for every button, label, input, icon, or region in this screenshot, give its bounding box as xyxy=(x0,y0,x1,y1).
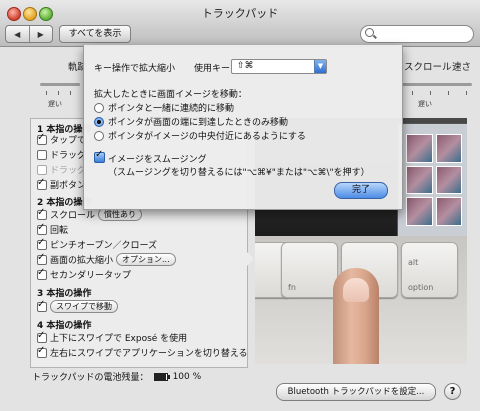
secondary-click-label: 副ボタン xyxy=(50,181,87,191)
secondary-click-checkbox[interactable] xyxy=(37,177,47,190)
tap-checkbox[interactable] xyxy=(37,132,47,145)
photo-thumbnail xyxy=(435,134,462,163)
zoom-shortcut-label: キー操作で拡大縮小 xyxy=(94,64,176,74)
slow-label-left: 遅い xyxy=(48,100,62,108)
secondary-tap-row[interactable]: セカンダリータップ xyxy=(37,267,132,281)
photo-thumbnail xyxy=(435,165,462,195)
speed-label: 速さ xyxy=(452,62,472,73)
secondary-click-row[interactable]: 副ボタン xyxy=(37,177,87,191)
radio-button[interactable] xyxy=(94,130,104,141)
tracking-slider[interactable] xyxy=(40,83,80,86)
key-fn: fn xyxy=(281,242,338,298)
battery-status: トラックパッドの電池残量： 100 % xyxy=(32,370,202,384)
photo-thumbnail xyxy=(406,165,433,195)
slider-tick xyxy=(430,91,431,95)
photo-thumbnail xyxy=(406,134,433,163)
smoothing-checkbox[interactable] xyxy=(94,149,105,163)
rotate-checkbox[interactable] xyxy=(37,222,47,235)
scroll-checkbox[interactable] xyxy=(37,207,47,220)
slider-tick xyxy=(412,91,413,95)
slow-label-right: 遅い xyxy=(418,100,432,108)
zoom-options-sheet: キー操作で拡大縮小 使用キー： ⇧⌘ ▼ 拡大したときに画面イメージを移動： ポ… xyxy=(83,45,403,210)
battery-value: 100 % xyxy=(172,371,202,382)
radio-continuous-label: ポインタと一緒に連続的に移動 xyxy=(108,104,235,114)
tap-label: タップで xyxy=(50,136,87,146)
photo-thumbnails xyxy=(406,134,462,226)
secondary-tap-checkbox[interactable] xyxy=(37,267,47,280)
radio-button-selected[interactable] xyxy=(94,116,104,127)
done-button[interactable]: 完了 xyxy=(334,182,388,199)
slider-tick xyxy=(46,91,47,95)
secondary-tap-label: セカンダリータップ xyxy=(50,271,132,281)
photo-thumbnail xyxy=(406,197,433,226)
slider-tick xyxy=(466,91,467,95)
smoothing-hint: （スムージングを切り替えるには"⌥⌘¥"または"⌥⌘\"を押す） xyxy=(108,168,370,178)
radio-center[interactable]: ポインタがイメージの中央付近にあるようにする xyxy=(94,129,306,142)
forward-button[interactable]: ▶ xyxy=(30,26,53,42)
drag-lock-label: ドラッグ xyxy=(50,166,87,176)
scroll-speed-label: スクロール xyxy=(404,62,452,73)
swipe-checkbox[interactable] xyxy=(37,299,47,312)
photo-thumbnail xyxy=(435,197,462,226)
radio-button[interactable] xyxy=(94,102,104,113)
drag-lock-row[interactable]: ドラッグ xyxy=(37,163,86,176)
radio-center-label: ポインタがイメージの中央付近にあるようにする xyxy=(108,132,306,142)
back-button[interactable]: ◀ xyxy=(6,26,30,42)
pinch-label: ピンチオープン／クローズ xyxy=(50,241,158,251)
battery-label: トラックパッドの電池残量： xyxy=(32,373,149,383)
selection-pointer xyxy=(245,250,254,268)
zoom-options-button[interactable]: オプション... xyxy=(116,253,176,266)
pinch-row[interactable]: ピンチオープン／クローズ xyxy=(37,237,158,251)
help-button[interactable]: ? xyxy=(444,383,461,400)
screen-zoom-row[interactable]: 画面の拡大縮小 オプション... xyxy=(37,252,176,266)
title-bar: トラックパッド ◀ ▶ すべてを表示 xyxy=(0,0,480,47)
drag-label: ドラッグ xyxy=(50,151,87,161)
radio-continuous[interactable]: ポインタと一緒に連続的に移動 xyxy=(94,101,234,114)
slider-tick xyxy=(58,91,59,95)
radio-edge-label: ポインタが画面の端に到達したときのみ移動 xyxy=(108,118,289,128)
show-all-button[interactable]: すべてを表示 xyxy=(59,25,131,43)
drag-checkbox[interactable] xyxy=(37,149,47,160)
trackpad-preferences-window: トラックパッド ◀ ▶ すべてを表示 軌跡 遅い スクロール 速さ 遅い 1 本… xyxy=(0,0,480,411)
key-option: alt option xyxy=(401,242,458,298)
drag-row[interactable]: ドラッグ xyxy=(37,148,86,161)
pinch-checkbox[interactable] xyxy=(37,237,47,250)
move-image-label: 拡大したときに画面イメージを移動： xyxy=(94,90,247,100)
app-switch-checkbox[interactable] xyxy=(37,345,47,358)
popup-arrow-icon: ▼ xyxy=(314,60,326,73)
expose-label: 上下にスワイプで Exposé を使用 xyxy=(50,334,188,344)
scroll-speed-slider[interactable] xyxy=(402,83,472,86)
app-switch-row[interactable]: 左右にスワイプでアプリケーションを切り替える xyxy=(37,345,248,359)
smoothing-label: イメージをスムージング xyxy=(108,155,207,165)
screen-zoom-label: 画面の拡大縮小 xyxy=(50,256,114,266)
modifier-key-popup[interactable]: ⇧⌘ ▼ xyxy=(231,59,327,74)
battery-icon xyxy=(153,372,170,381)
expose-checkbox[interactable] xyxy=(37,330,47,343)
rotate-label: 回転 xyxy=(50,226,69,236)
key-option-label: option xyxy=(408,283,434,292)
search-field[interactable] xyxy=(360,25,474,43)
nav-buttons: ◀ ▶ xyxy=(5,25,53,43)
app-switch-label: 左右にスワイプでアプリケーションを切り替える xyxy=(50,349,248,359)
modifier-key-value: ⇧⌘ xyxy=(237,61,254,71)
search-icon xyxy=(365,28,374,37)
window-title: トラックパッド xyxy=(201,7,279,20)
swipe-popup[interactable]: スワイプで移動 xyxy=(50,300,118,313)
fingernail xyxy=(343,278,369,302)
expose-row[interactable]: 上下にスワイプで Exposé を使用 xyxy=(37,330,188,344)
finger-image xyxy=(333,268,379,364)
key-fn-label: fn xyxy=(288,283,296,292)
key-alt-label: alt xyxy=(408,258,419,267)
laptop-screen xyxy=(397,123,467,237)
drag-lock-checkbox[interactable] xyxy=(37,164,47,175)
bluetooth-setup-button[interactable]: Bluetooth トラックパッドを設定... xyxy=(276,383,436,401)
slider-tick xyxy=(70,91,71,95)
screen-zoom-checkbox[interactable] xyxy=(37,252,47,265)
tap-to-click-row[interactable]: タップで xyxy=(37,132,87,146)
three-finger-heading: 3 本指の操作 xyxy=(37,289,92,299)
rotate-row[interactable]: 回転 xyxy=(37,222,69,236)
swipe-row[interactable]: スワイプで移動 xyxy=(37,299,118,313)
radio-edge[interactable]: ポインタが画面の端に到達したときのみ移動 xyxy=(94,115,288,128)
slider-tick xyxy=(448,91,449,95)
